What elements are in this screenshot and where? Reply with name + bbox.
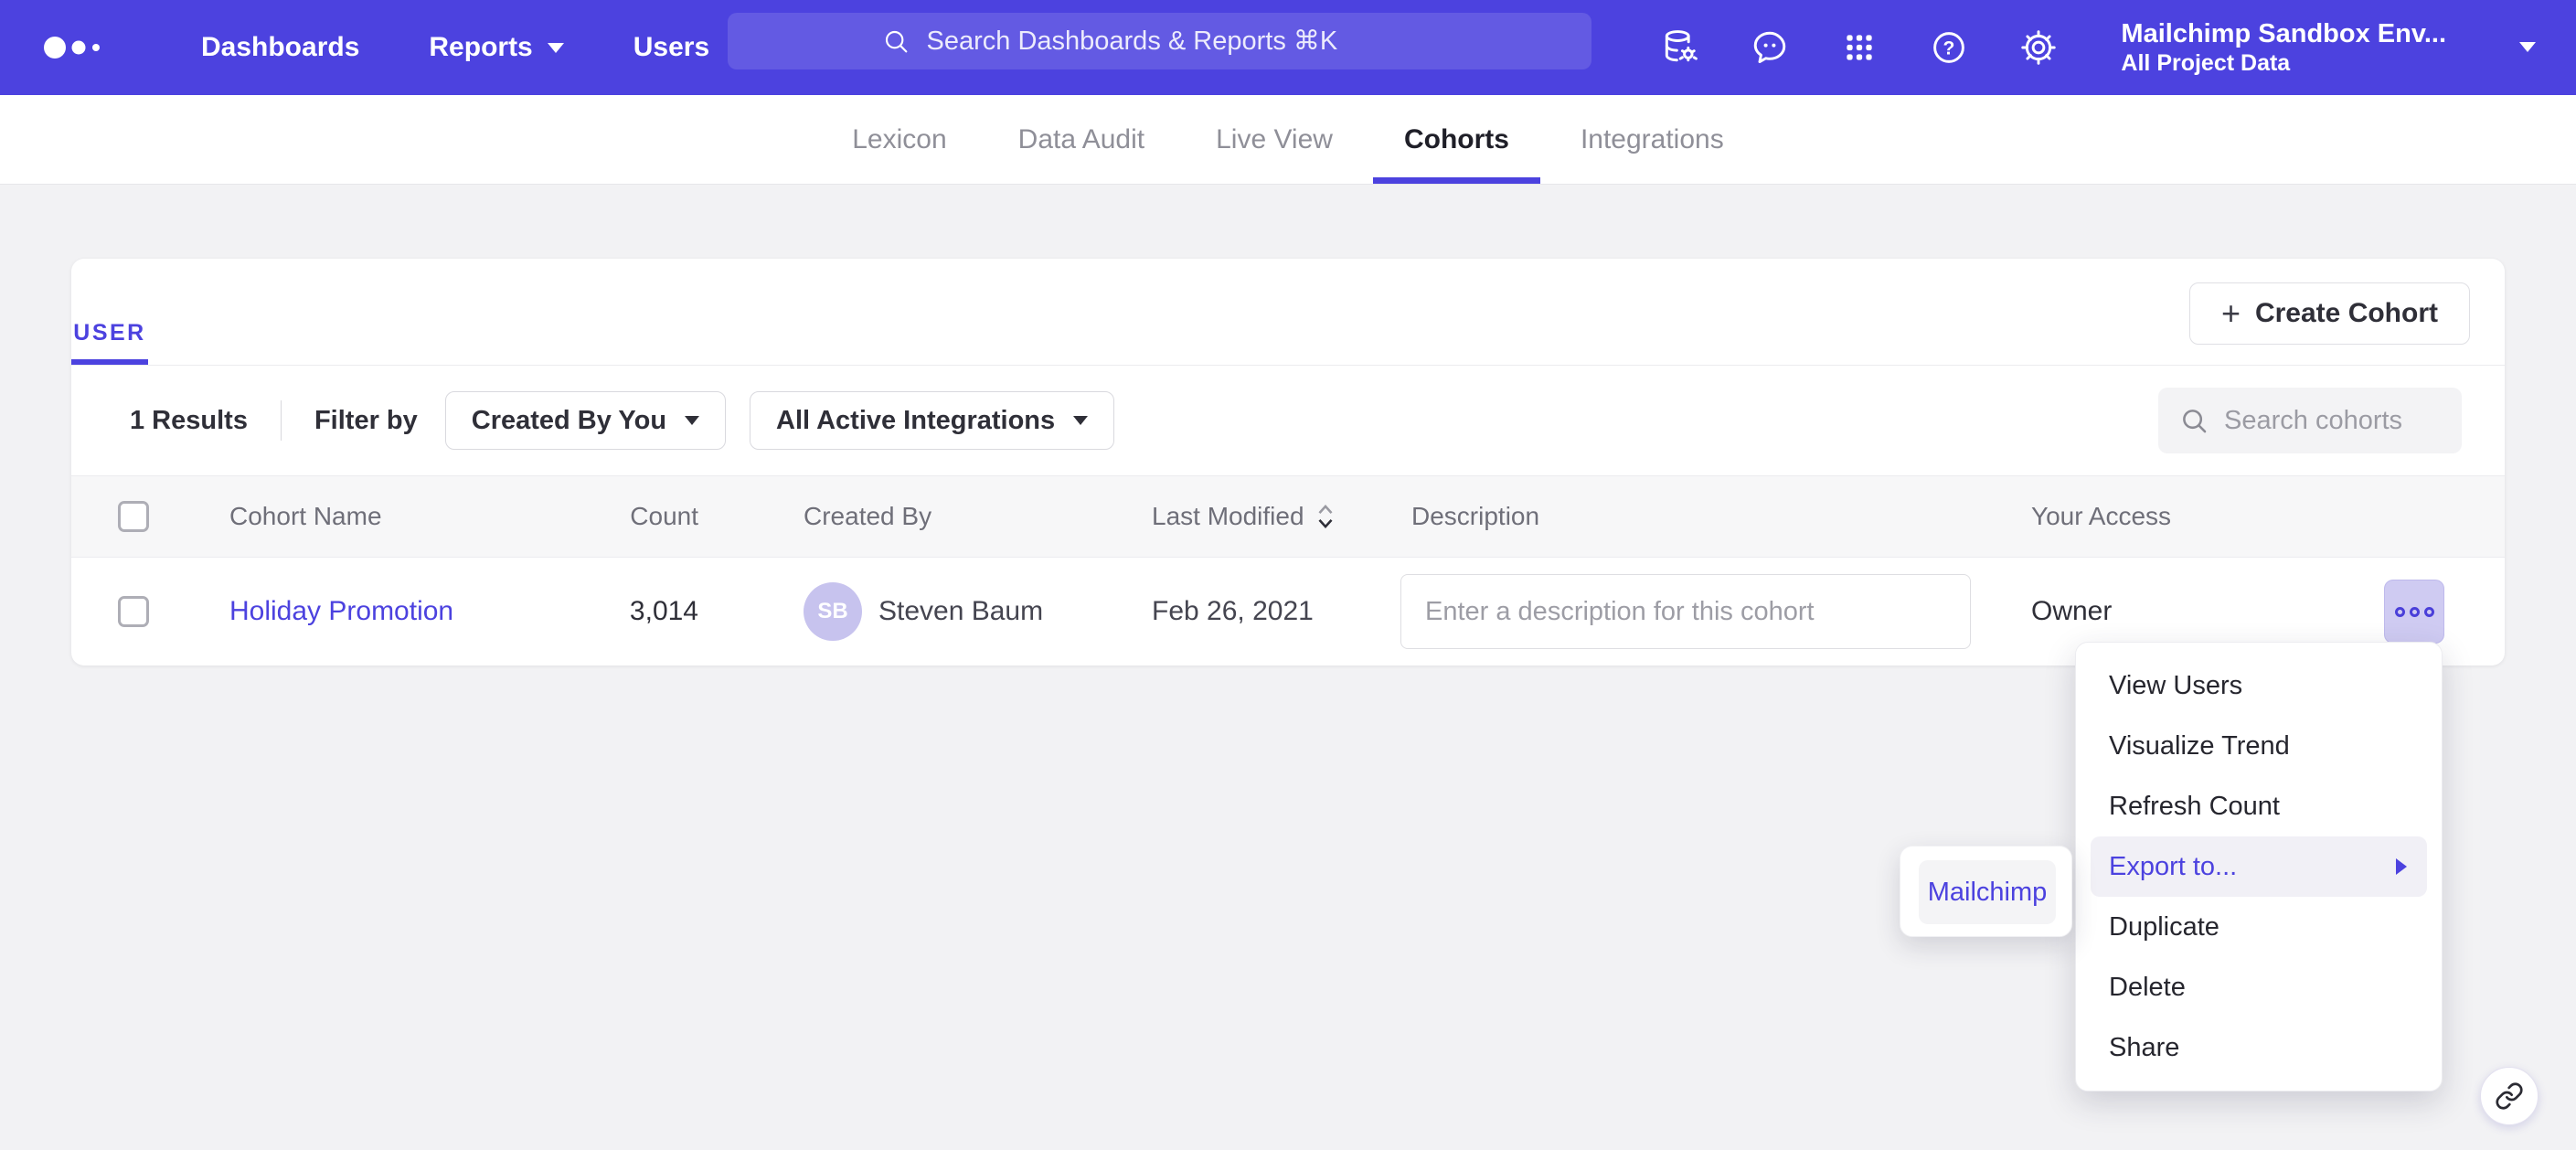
card-header: USER + Create Cohort (71, 259, 2505, 366)
project-subtitle: All Project Data (2121, 49, 2446, 77)
tab-live-view[interactable]: Live View (1185, 95, 1364, 184)
create-cohort-button[interactable]: + Create Cohort (2189, 282, 2470, 345)
row-select-cell (118, 596, 229, 627)
export-submenu: Mailchimp (1900, 846, 2072, 937)
feedback-icon[interactable] (1750, 27, 1790, 68)
project-name: Mailchimp Sandbox Env... (2121, 18, 2446, 50)
search-icon (881, 27, 910, 56)
col-description: Description (1400, 502, 2031, 531)
search-icon (2178, 405, 2209, 436)
plus-icon: + (2221, 297, 2241, 330)
help-icon[interactable]: ? (1929, 27, 1969, 68)
select-all-cell (118, 501, 229, 532)
menu-item-visualize-trend[interactable]: Visualize Trend (2076, 716, 2442, 776)
project-switcher[interactable]: Mailchimp Sandbox Env... All Project Dat… (2121, 18, 2446, 78)
access-value: Owner (2031, 596, 2112, 627)
chevron-down-icon (548, 43, 564, 53)
menu-item-export-to[interactable]: Export to... (2091, 836, 2427, 897)
table-header: Cohort Name Count Created By Last Modifi… (71, 475, 2505, 558)
global-search[interactable] (728, 13, 1591, 69)
description-input[interactable] (1400, 574, 1971, 649)
tab-lexicon[interactable]: Lexicon (821, 95, 977, 184)
svg-text:?: ? (1943, 37, 1955, 59)
filter-integrations-label: All Active Integrations (776, 406, 1055, 436)
sort-icon[interactable] (1315, 501, 1336, 532)
mixpanel-logo-icon[interactable] (40, 27, 128, 68)
col-last-modified[interactable]: Last Modified (1152, 501, 1400, 532)
data-management-icon[interactable] (1660, 27, 1700, 68)
col-created-by: Created By (784, 502, 1152, 531)
created-by-cell: SB Steven Baum (784, 582, 1152, 641)
cohort-search-input[interactable] (2224, 406, 2434, 436)
col-cohort-name: Cohort Name (229, 502, 565, 531)
tab-data-audit[interactable]: Data Audit (987, 95, 1176, 184)
filter-created-by[interactable]: Created By You (445, 391, 726, 450)
primary-nav: Dashboards Reports Users (201, 32, 709, 63)
top-nav: Dashboards Reports Users (0, 0, 2576, 95)
submenu-item-mailchimp[interactable]: Mailchimp (1919, 860, 2056, 924)
cohort-search[interactable] (2158, 388, 2462, 453)
nav-reports-label: Reports (429, 32, 532, 63)
description-cell (1400, 574, 2031, 649)
copy-link-fab[interactable] (2480, 1067, 2539, 1125)
project-chevron-down-icon[interactable] (2519, 42, 2536, 52)
global-search-input[interactable] (927, 27, 1439, 57)
nav-dashboards-label: Dashboards (201, 32, 359, 63)
more-dots-icon (2410, 607, 2420, 617)
row-context-menu: View Users Visualize Trend Refresh Count… (2075, 642, 2443, 1091)
tab-integrations[interactable]: Integrations (1549, 95, 1755, 184)
chevron-down-icon (685, 416, 699, 425)
cohort-name-link[interactable]: Holiday Promotion (229, 596, 453, 627)
filter-integrations[interactable]: All Active Integrations (750, 391, 1114, 450)
cohort-name-cell: Holiday Promotion (229, 596, 565, 627)
filter-by-label: Filter by (314, 406, 418, 436)
filter-created-by-label: Created By You (472, 406, 666, 436)
row-more-actions-button[interactable] (2384, 580, 2444, 644)
divider (281, 400, 282, 441)
row-checkbox[interactable] (118, 596, 149, 627)
count-cell: 3,014 (565, 596, 784, 627)
actions-cell (2384, 580, 2505, 644)
menu-item-view-users[interactable]: View Users (2076, 655, 2442, 716)
nav-dashboards[interactable]: Dashboards (201, 32, 359, 63)
avatar: SB (804, 582, 862, 641)
nav-right-cluster: ? Mailchimp Sandbox Env... All Project D… (1660, 18, 2536, 78)
menu-item-delete[interactable]: Delete (2076, 957, 2442, 1017)
chevron-down-icon (1073, 416, 1088, 425)
apps-grid-icon[interactable] (1839, 27, 1879, 68)
menu-item-share[interactable]: Share (2076, 1017, 2442, 1078)
nav-users-label: Users (633, 32, 709, 63)
tab-user-cohorts[interactable]: USER (71, 320, 148, 365)
results-count: 1 Results (130, 406, 248, 436)
select-all-checkbox[interactable] (118, 501, 149, 532)
link-icon (2495, 1081, 2524, 1111)
nav-reports[interactable]: Reports (429, 32, 563, 63)
more-dots-icon (2395, 607, 2405, 617)
menu-item-refresh-count[interactable]: Refresh Count (2076, 776, 2442, 836)
settings-gear-icon[interactable] (2018, 27, 2059, 68)
filter-row: 1 Results Filter by Created By You All A… (71, 366, 2505, 475)
nav-users[interactable]: Users (633, 32, 709, 63)
cohorts-card: USER + Create Cohort 1 Results Filter by… (71, 259, 2505, 666)
access-cell: Owner (2031, 596, 2384, 627)
more-dots-icon (2424, 607, 2434, 617)
col-your-access: Your Access (2031, 502, 2384, 531)
submenu-arrow-icon (2396, 858, 2407, 875)
create-cohort-label: Create Cohort (2255, 298, 2438, 329)
data-tabs: Lexicon Data Audit Live View Cohorts Int… (0, 95, 2576, 185)
created-by-name: Steven Baum (878, 596, 1043, 627)
last-modified-cell: Feb 26, 2021 (1152, 596, 1400, 627)
tab-cohorts[interactable]: Cohorts (1373, 95, 1540, 184)
col-count: Count (565, 502, 784, 531)
menu-item-duplicate[interactable]: Duplicate (2076, 897, 2442, 957)
